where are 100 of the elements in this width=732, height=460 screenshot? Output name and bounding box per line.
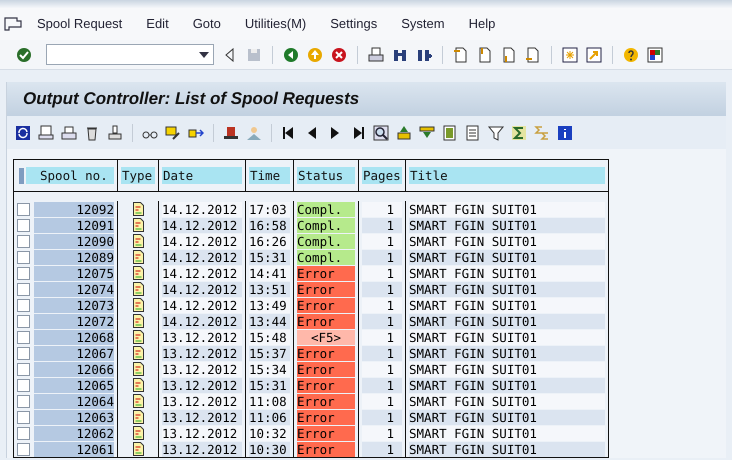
column-header[interactable]: Time <box>249 167 290 184</box>
document-icon[interactable] <box>132 298 144 312</box>
checkbox[interactable] <box>17 394 30 408</box>
pages-cell: 1 <box>362 362 402 376</box>
stamp-icon[interactable] <box>107 124 123 140</box>
menu-item[interactable]: Help <box>468 14 496 34</box>
time-cell: 15:31 <box>249 250 290 264</box>
column-header[interactable]: Status <box>297 167 355 184</box>
document-icon[interactable] <box>132 346 144 360</box>
spool-number[interactable]: 12090 <box>34 234 114 248</box>
printer-icon[interactable] <box>61 124 77 140</box>
checkbox[interactable] <box>17 250 30 264</box>
document-list-icon[interactable] <box>465 124 481 140</box>
column-header[interactable]: Pages <box>362 167 402 184</box>
spool-number[interactable]: 12092 <box>34 202 114 216</box>
checkbox[interactable] <box>17 282 30 296</box>
hat-icon[interactable] <box>223 124 239 140</box>
checkbox[interactable] <box>17 330 30 344</box>
checkbox[interactable] <box>17 346 30 360</box>
checkbox[interactable] <box>17 362 30 376</box>
document-icon[interactable] <box>132 314 144 328</box>
column-icon[interactable] <box>442 124 458 140</box>
document-icon[interactable] <box>132 202 144 216</box>
date-cell: 14.12.2012 <box>162 282 242 296</box>
pages-cell: 1 <box>362 266 402 280</box>
filter-icon[interactable] <box>488 124 504 140</box>
spool-number[interactable]: 12074 <box>34 282 114 296</box>
time-cell: 16:58 <box>249 218 290 232</box>
spool-number[interactable]: 12068 <box>34 330 114 344</box>
menu-item[interactable]: Edit <box>145 14 170 34</box>
document-icon[interactable] <box>132 234 144 248</box>
command-field[interactable] <box>46 44 214 65</box>
help-icon[interactable] <box>623 46 639 62</box>
checkbox[interactable] <box>17 314 30 328</box>
spool-number[interactable]: 12062 <box>34 426 114 440</box>
checkmark-icon[interactable] <box>16 46 32 62</box>
pages-cell: 1 <box>362 218 402 232</box>
date-cell: 13.12.2012 <box>162 410 242 424</box>
checkbox[interactable] <box>17 234 30 248</box>
menu-item[interactable]: Settings <box>329 14 378 34</box>
column-header[interactable]: Type <box>121 167 155 184</box>
spool-number[interactable]: 12065 <box>34 378 114 392</box>
document-icon[interactable] <box>132 410 144 424</box>
spool-number[interactable]: 12067 <box>34 346 114 360</box>
cancel-icon[interactable] <box>331 46 347 62</box>
checkbox[interactable] <box>17 202 30 216</box>
shortcut-icon[interactable] <box>586 46 602 62</box>
spool-number[interactable]: 12063 <box>34 410 114 424</box>
column-header[interactable]: Title <box>409 167 605 184</box>
new-window-icon[interactable] <box>562 46 578 62</box>
pages-cell: 1 <box>362 410 402 424</box>
trash-icon[interactable] <box>84 124 100 140</box>
document-icon[interactable] <box>132 394 144 408</box>
print-icon[interactable] <box>368 46 384 62</box>
dropdown-caret-icon[interactable] <box>199 52 209 58</box>
document-icon[interactable] <box>132 218 144 232</box>
display-icon[interactable] <box>38 124 54 140</box>
select-all-marker[interactable] <box>19 168 24 184</box>
column-header[interactable]: Date <box>162 167 242 184</box>
document-icon[interactable] <box>132 250 144 264</box>
menu-item[interactable]: Utilities(M) <box>244 14 308 34</box>
checkbox[interactable] <box>17 378 30 392</box>
sigma-icon[interactable] <box>511 124 527 140</box>
spool-number[interactable]: 12061 <box>34 442 114 456</box>
magnifier-icon[interactable] <box>373 124 389 140</box>
document-icon[interactable] <box>132 426 144 440</box>
menu-icon[interactable] <box>4 17 22 31</box>
checkbox[interactable] <box>17 442 30 456</box>
title-cell: SMART FGIN SUIT01 <box>409 394 605 408</box>
spool-number[interactable]: 12073 <box>34 298 114 312</box>
info-icon[interactable] <box>557 124 573 140</box>
layout-icon[interactable] <box>647 46 663 62</box>
checkbox[interactable] <box>17 410 30 424</box>
back-icon[interactable] <box>283 46 299 62</box>
checkbox[interactable] <box>17 298 30 312</box>
menu-item[interactable]: System <box>400 14 446 34</box>
document-icon[interactable] <box>132 330 144 344</box>
checkbox[interactable] <box>17 218 30 232</box>
sort-down-icon[interactable] <box>419 124 435 140</box>
menu-item[interactable]: Goto <box>192 14 222 34</box>
sort-up-icon[interactable] <box>396 124 412 140</box>
spool-number[interactable]: 12089 <box>34 250 114 264</box>
document-icon[interactable] <box>132 266 144 280</box>
spool-number[interactable]: 12091 <box>34 218 114 232</box>
document-icon[interactable] <box>132 378 144 392</box>
spool-number[interactable]: 12075 <box>34 266 114 280</box>
checkbox[interactable] <box>17 426 30 440</box>
pencil-list-icon[interactable] <box>165 124 181 140</box>
spool-number[interactable]: 12064 <box>34 394 114 408</box>
spool-number[interactable]: 12072 <box>34 314 114 328</box>
document-icon[interactable] <box>132 282 144 296</box>
date-cell: 14.12.2012 <box>162 266 242 280</box>
checkbox[interactable] <box>17 266 30 280</box>
document-icon[interactable] <box>132 362 144 376</box>
spool-number[interactable]: 12066 <box>34 362 114 376</box>
document-icon[interactable] <box>132 442 144 456</box>
menu-item[interactable]: Spool Request <box>36 14 124 34</box>
column-header[interactable]: Spool no. <box>26 167 114 184</box>
pages-cell: 1 <box>362 202 402 216</box>
refresh-icon[interactable] <box>15 124 31 140</box>
